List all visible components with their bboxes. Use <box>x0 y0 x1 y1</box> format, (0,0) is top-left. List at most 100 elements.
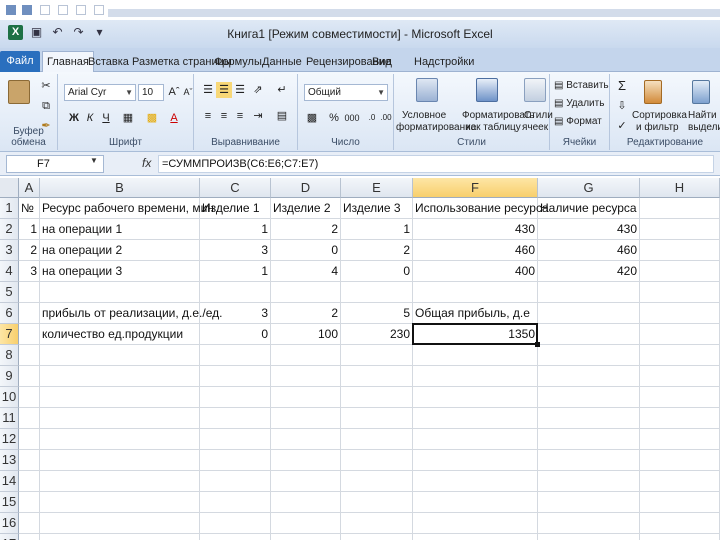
delete-button[interactable]: ▤ Удалить <box>554 98 604 109</box>
cell-e4[interactable]: 0 <box>341 261 413 282</box>
cell-g1[interactable]: Наличие ресурса <box>538 198 640 219</box>
percent-button[interactable]: % <box>326 110 342 126</box>
cell-c1[interactable]: Изделие 1 <box>200 198 271 219</box>
align-right-icon[interactable]: ≡ <box>232 108 248 124</box>
paste-icon[interactable] <box>8 80 30 104</box>
find-select-icon[interactable] <box>692 80 710 104</box>
indent-icon[interactable]: ⇥ <box>250 108 266 124</box>
format-as-table-label-2[interactable]: как таблицу <box>466 122 521 133</box>
cell-e6[interactable]: 5 <box>341 303 413 324</box>
format-as-table-icon[interactable] <box>476 78 498 102</box>
cut-icon[interactable]: ✂ <box>38 78 54 94</box>
row-header-1[interactable]: 1 <box>0 198 19 219</box>
cell-styles-icon[interactable] <box>524 78 546 102</box>
sort-filter-label-1[interactable]: Сортировка <box>632 110 687 121</box>
wrap-text-icon[interactable]: ↵ <box>274 82 290 98</box>
row-header-11[interactable]: 11 <box>0 408 19 429</box>
underline-button[interactable]: Ч <box>98 110 114 126</box>
format-button[interactable]: ▤ Формат <box>554 116 602 127</box>
insert-function-icon[interactable]: fx <box>142 156 151 170</box>
row-header-7[interactable]: 7 <box>0 324 19 345</box>
cell-a3[interactable]: 2 <box>19 240 40 261</box>
cell-e2[interactable]: 1 <box>341 219 413 240</box>
cell-e1[interactable]: Изделие 3 <box>341 198 413 219</box>
tab-file[interactable]: Файл <box>0 51 40 72</box>
row-header-16[interactable]: 16 <box>0 513 19 534</box>
cell-f3[interactable]: 460 <box>413 240 538 261</box>
autosum-icon[interactable]: Σ <box>614 78 630 94</box>
chevron-down-icon[interactable]: ▼ <box>90 156 98 165</box>
cell-f1[interactable]: Использование ресурса <box>413 198 549 219</box>
fill-icon[interactable]: ⇩ <box>614 98 630 114</box>
row-header-14[interactable]: 14 <box>0 471 19 492</box>
align-left-icon[interactable]: ≡ <box>200 108 216 124</box>
cell-c3[interactable]: 3 <box>200 240 271 261</box>
font-color-icon[interactable]: A <box>166 110 182 126</box>
tab-data[interactable]: Данные <box>262 53 302 72</box>
row-header-15[interactable]: 15 <box>0 492 19 513</box>
cell-b6[interactable]: прибыль от реализации, д.е./ед. <box>40 303 222 324</box>
column-header-a[interactable]: A <box>19 178 40 198</box>
tab-home[interactable]: Главная <box>42 51 94 72</box>
cell-b4[interactable]: на операции 3 <box>40 261 200 282</box>
cell-d7[interactable]: 100 <box>271 324 341 345</box>
cell-c2[interactable]: 1 <box>200 219 271 240</box>
clear-icon[interactable]: ✓ <box>614 118 630 134</box>
formula-input[interactable]: =СУММПРОИЗВ(C6:E6;C7:E7) <box>158 155 714 173</box>
cell-a2[interactable]: 1 <box>19 219 40 240</box>
align-top-icon[interactable]: ☰ <box>200 82 216 98</box>
tab-insert[interactable]: Вставка <box>88 53 129 72</box>
cell-b2[interactable]: на операции 1 <box>40 219 200 240</box>
cell-g4[interactable]: 420 <box>538 261 640 282</box>
column-header-g[interactable]: G <box>538 178 640 198</box>
row-header-2[interactable]: 2 <box>0 219 19 240</box>
cell-styles-label-1[interactable]: Стили <box>524 110 553 121</box>
sort-filter-label-2[interactable]: и фильтр <box>636 122 679 133</box>
worksheet-grid[interactable]: A B C D E F G H 1 № Ресурс рабочего времени, мин Из… <box>0 178 720 540</box>
conditional-format-label-1[interactable]: Условное <box>402 110 446 121</box>
find-select-label-2[interactable]: выделить <box>688 122 720 133</box>
row-header-4[interactable]: 4 <box>0 261 19 282</box>
cell-d4[interactable]: 4 <box>271 261 341 282</box>
copy-icon[interactable]: ⧉ <box>38 98 54 114</box>
row-header-12[interactable]: 12 <box>0 429 19 450</box>
cell-d3[interactable]: 0 <box>271 240 341 261</box>
cell-b7[interactable]: количество ед.продукции <box>40 324 200 345</box>
cell-b3[interactable]: на операции 2 <box>40 240 200 261</box>
thousands-button[interactable]: 000 <box>342 110 362 126</box>
column-header-f[interactable]: F <box>413 178 538 198</box>
column-header-d[interactable]: D <box>271 178 341 198</box>
conditional-format-label-2[interactable]: форматирование <box>396 122 476 133</box>
cell-d2[interactable]: 2 <box>271 219 341 240</box>
conditional-format-icon[interactable] <box>416 78 438 102</box>
cell-d6[interactable]: 2 <box>271 303 341 324</box>
cell-f6[interactable]: Общая прибыль, д.е <box>413 303 538 324</box>
cell-a4[interactable]: 3 <box>19 261 40 282</box>
row-header-13[interactable]: 13 <box>0 450 19 471</box>
borders-icon[interactable]: ▦ <box>120 110 136 126</box>
align-center-icon[interactable]: ≡ <box>216 108 232 124</box>
cell-g3[interactable]: 460 <box>538 240 640 261</box>
insert-button[interactable]: ▤ Вставить <box>554 80 609 91</box>
row-header-9[interactable]: 9 <box>0 366 19 387</box>
row-header-10[interactable]: 10 <box>0 387 19 408</box>
tab-formulas[interactable]: Формулы <box>214 53 262 72</box>
fill-handle[interactable] <box>535 342 540 347</box>
merge-center-icon[interactable]: ▤ <box>274 108 290 124</box>
cell-a1[interactable]: № <box>19 198 40 219</box>
cell-f4[interactable]: 400 <box>413 261 538 282</box>
number-format-combo[interactable]: Общий ▼ <box>304 84 388 101</box>
select-all-corner[interactable] <box>0 178 19 198</box>
currency-icon[interactable]: ▩ <box>304 110 320 126</box>
tab-addins[interactable]: Надстройки <box>414 53 474 72</box>
italic-button[interactable]: К <box>82 110 98 126</box>
sort-filter-icon[interactable] <box>644 80 662 104</box>
cell-c4[interactable]: 1 <box>200 261 271 282</box>
fill-color-icon[interactable]: ▩ <box>144 110 160 126</box>
cell-c6[interactable]: 3 <box>200 303 271 324</box>
cell-e3[interactable]: 2 <box>341 240 413 261</box>
row-header-17[interactable]: 17 <box>0 534 19 540</box>
font-name-combo[interactable]: Arial Cyr ▼ <box>64 84 136 101</box>
align-middle-icon[interactable]: ☰ <box>216 82 232 98</box>
cell-b1[interactable]: Ресурс рабочего времени, мин <box>40 198 214 219</box>
